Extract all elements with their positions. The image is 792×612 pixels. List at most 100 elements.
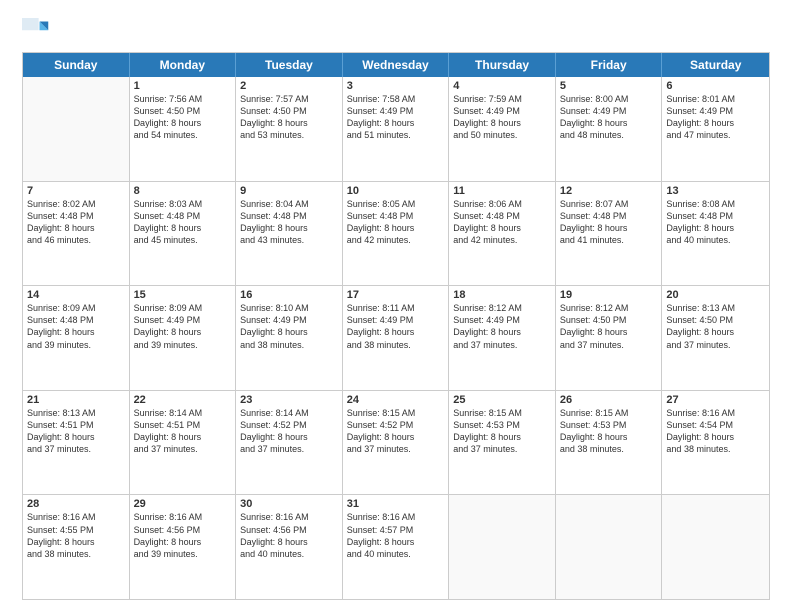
cell-info: Sunrise: 8:16 AMSunset: 4:57 PMDaylight:… (347, 511, 445, 560)
day-number: 24 (347, 394, 445, 406)
logo-icon (22, 18, 50, 46)
cell-info: Sunrise: 8:03 AMSunset: 4:48 PMDaylight:… (134, 198, 232, 247)
cell-info: Sunrise: 8:13 AMSunset: 4:51 PMDaylight:… (27, 407, 125, 456)
calendar-header: SundayMondayTuesdayWednesdayThursdayFrid… (23, 53, 769, 77)
day-number: 12 (560, 185, 658, 197)
calendar-cell-3-6: 27Sunrise: 8:16 AMSunset: 4:54 PMDayligh… (662, 391, 769, 495)
calendar-cell-1-3: 10Sunrise: 8:05 AMSunset: 4:48 PMDayligh… (343, 182, 450, 286)
calendar-cell-1-0: 7Sunrise: 8:02 AMSunset: 4:48 PMDaylight… (23, 182, 130, 286)
day-number: 4 (453, 80, 551, 92)
calendar-cell-3-5: 26Sunrise: 8:15 AMSunset: 4:53 PMDayligh… (556, 391, 663, 495)
cell-info: Sunrise: 7:57 AMSunset: 4:50 PMDaylight:… (240, 93, 338, 142)
day-number: 1 (134, 80, 232, 92)
day-number: 11 (453, 185, 551, 197)
calendar-cell-0-6: 6Sunrise: 8:01 AMSunset: 4:49 PMDaylight… (662, 77, 769, 181)
cell-info: Sunrise: 8:07 AMSunset: 4:48 PMDaylight:… (560, 198, 658, 247)
day-number: 14 (27, 289, 125, 301)
header-day-thursday: Thursday (449, 53, 556, 77)
calendar-row-4: 28Sunrise: 8:16 AMSunset: 4:55 PMDayligh… (23, 494, 769, 599)
day-number: 30 (240, 498, 338, 510)
calendar-cell-2-6: 20Sunrise: 8:13 AMSunset: 4:50 PMDayligh… (662, 286, 769, 390)
day-number: 10 (347, 185, 445, 197)
day-number: 7 (27, 185, 125, 197)
calendar-cell-1-2: 9Sunrise: 8:04 AMSunset: 4:48 PMDaylight… (236, 182, 343, 286)
day-number: 3 (347, 80, 445, 92)
cell-info: Sunrise: 8:15 AMSunset: 4:53 PMDaylight:… (453, 407, 551, 456)
calendar-cell-2-5: 19Sunrise: 8:12 AMSunset: 4:50 PMDayligh… (556, 286, 663, 390)
day-number: 19 (560, 289, 658, 301)
cell-info: Sunrise: 8:00 AMSunset: 4:49 PMDaylight:… (560, 93, 658, 142)
calendar-cell-1-6: 13Sunrise: 8:08 AMSunset: 4:48 PMDayligh… (662, 182, 769, 286)
cell-info: Sunrise: 8:16 AMSunset: 4:55 PMDaylight:… (27, 511, 125, 560)
cell-info: Sunrise: 8:16 AMSunset: 4:54 PMDaylight:… (666, 407, 765, 456)
cell-info: Sunrise: 7:58 AMSunset: 4:49 PMDaylight:… (347, 93, 445, 142)
header-day-saturday: Saturday (662, 53, 769, 77)
day-number: 5 (560, 80, 658, 92)
calendar-row-1: 7Sunrise: 8:02 AMSunset: 4:48 PMDaylight… (23, 181, 769, 286)
calendar-cell-2-1: 15Sunrise: 8:09 AMSunset: 4:49 PMDayligh… (130, 286, 237, 390)
cell-info: Sunrise: 7:59 AMSunset: 4:49 PMDaylight:… (453, 93, 551, 142)
cell-info: Sunrise: 8:14 AMSunset: 4:52 PMDaylight:… (240, 407, 338, 456)
day-number: 8 (134, 185, 232, 197)
calendar-cell-2-2: 16Sunrise: 8:10 AMSunset: 4:49 PMDayligh… (236, 286, 343, 390)
day-number: 26 (560, 394, 658, 406)
calendar-cell-3-3: 24Sunrise: 8:15 AMSunset: 4:52 PMDayligh… (343, 391, 450, 495)
cell-info: Sunrise: 8:01 AMSunset: 4:49 PMDaylight:… (666, 93, 765, 142)
cell-info: Sunrise: 8:15 AMSunset: 4:52 PMDaylight:… (347, 407, 445, 456)
day-number: 17 (347, 289, 445, 301)
cell-info: Sunrise: 8:06 AMSunset: 4:48 PMDaylight:… (453, 198, 551, 247)
day-number: 18 (453, 289, 551, 301)
calendar-cell-4-4 (449, 495, 556, 599)
calendar-cell-0-4: 4Sunrise: 7:59 AMSunset: 4:49 PMDaylight… (449, 77, 556, 181)
cell-info: Sunrise: 8:05 AMSunset: 4:48 PMDaylight:… (347, 198, 445, 247)
day-number: 15 (134, 289, 232, 301)
day-number: 29 (134, 498, 232, 510)
day-number: 9 (240, 185, 338, 197)
calendar-cell-4-5 (556, 495, 663, 599)
calendar-cell-1-4: 11Sunrise: 8:06 AMSunset: 4:48 PMDayligh… (449, 182, 556, 286)
header-day-monday: Monday (130, 53, 237, 77)
header-day-wednesday: Wednesday (343, 53, 450, 77)
header-day-sunday: Sunday (23, 53, 130, 77)
day-number: 16 (240, 289, 338, 301)
header-day-tuesday: Tuesday (236, 53, 343, 77)
day-number: 27 (666, 394, 765, 406)
logo (22, 18, 54, 46)
day-number: 31 (347, 498, 445, 510)
day-number: 22 (134, 394, 232, 406)
calendar-cell-4-6 (662, 495, 769, 599)
calendar-cell-1-1: 8Sunrise: 8:03 AMSunset: 4:48 PMDaylight… (130, 182, 237, 286)
calendar-cell-0-5: 5Sunrise: 8:00 AMSunset: 4:49 PMDaylight… (556, 77, 663, 181)
header (22, 18, 770, 46)
cell-info: Sunrise: 8:08 AMSunset: 4:48 PMDaylight:… (666, 198, 765, 247)
cell-info: Sunrise: 8:12 AMSunset: 4:49 PMDaylight:… (453, 302, 551, 351)
page: SundayMondayTuesdayWednesdayThursdayFrid… (0, 0, 792, 612)
cell-info: Sunrise: 8:09 AMSunset: 4:48 PMDaylight:… (27, 302, 125, 351)
calendar-cell-0-2: 2Sunrise: 7:57 AMSunset: 4:50 PMDaylight… (236, 77, 343, 181)
calendar-cell-3-0: 21Sunrise: 8:13 AMSunset: 4:51 PMDayligh… (23, 391, 130, 495)
cell-info: Sunrise: 8:14 AMSunset: 4:51 PMDaylight:… (134, 407, 232, 456)
calendar-cell-4-3: 31Sunrise: 8:16 AMSunset: 4:57 PMDayligh… (343, 495, 450, 599)
calendar-row-0: 1Sunrise: 7:56 AMSunset: 4:50 PMDaylight… (23, 77, 769, 181)
calendar-row-3: 21Sunrise: 8:13 AMSunset: 4:51 PMDayligh… (23, 390, 769, 495)
cell-info: Sunrise: 8:13 AMSunset: 4:50 PMDaylight:… (666, 302, 765, 351)
calendar-cell-0-3: 3Sunrise: 7:58 AMSunset: 4:49 PMDaylight… (343, 77, 450, 181)
day-number: 20 (666, 289, 765, 301)
header-day-friday: Friday (556, 53, 663, 77)
day-number: 13 (666, 185, 765, 197)
day-number: 2 (240, 80, 338, 92)
day-number: 23 (240, 394, 338, 406)
calendar-cell-1-5: 12Sunrise: 8:07 AMSunset: 4:48 PMDayligh… (556, 182, 663, 286)
cell-info: Sunrise: 8:16 AMSunset: 4:56 PMDaylight:… (240, 511, 338, 560)
cell-info: Sunrise: 8:16 AMSunset: 4:56 PMDaylight:… (134, 511, 232, 560)
day-number: 25 (453, 394, 551, 406)
calendar-cell-0-1: 1Sunrise: 7:56 AMSunset: 4:50 PMDaylight… (130, 77, 237, 181)
calendar-cell-3-1: 22Sunrise: 8:14 AMSunset: 4:51 PMDayligh… (130, 391, 237, 495)
cell-info: Sunrise: 8:15 AMSunset: 4:53 PMDaylight:… (560, 407, 658, 456)
calendar-cell-2-0: 14Sunrise: 8:09 AMSunset: 4:48 PMDayligh… (23, 286, 130, 390)
day-number: 28 (27, 498, 125, 510)
calendar-cell-2-4: 18Sunrise: 8:12 AMSunset: 4:49 PMDayligh… (449, 286, 556, 390)
calendar-cell-0-0 (23, 77, 130, 181)
cell-info: Sunrise: 8:09 AMSunset: 4:49 PMDaylight:… (134, 302, 232, 351)
cell-info: Sunrise: 8:04 AMSunset: 4:48 PMDaylight:… (240, 198, 338, 247)
